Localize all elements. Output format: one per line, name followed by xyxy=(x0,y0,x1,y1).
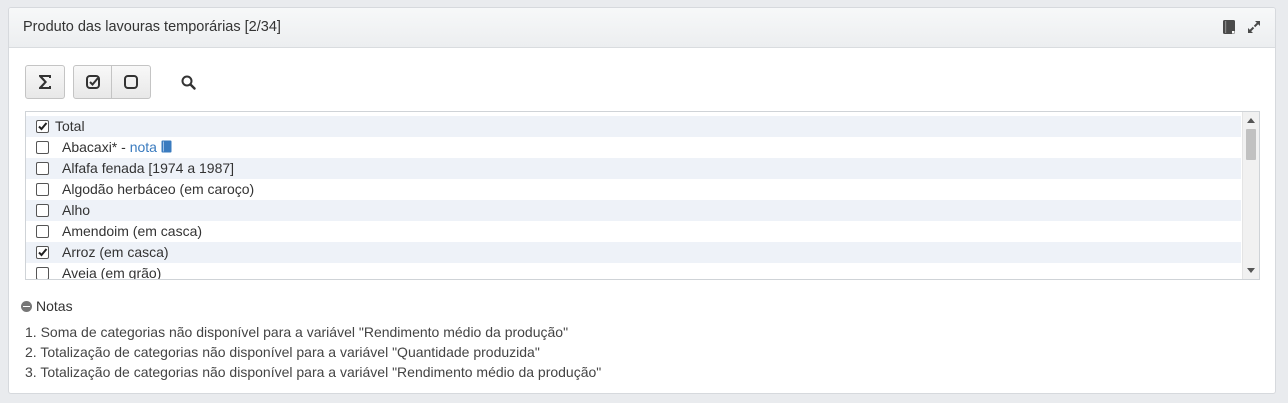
category-list-items: Total Abacaxi* - nota Alfafa fenada [1974 … xyxy=(26,116,1241,280)
list-item[interactable]: Alho xyxy=(26,200,1241,221)
check-square-icon xyxy=(85,75,100,89)
list-item-label: Abacaxi* - nota xyxy=(62,139,172,156)
panel: Produto das lavouras temporárias [2/34] … xyxy=(8,7,1276,394)
sigma-icon xyxy=(39,75,51,89)
category-list: Total Abacaxi* - nota Alfafa fenada [1974 … xyxy=(25,111,1260,280)
checkbox[interactable] xyxy=(36,162,49,175)
item-text: Amendoim (em casca) xyxy=(62,223,203,239)
book-icon[interactable] xyxy=(161,140,172,156)
checkbox-checked[interactable] xyxy=(36,246,49,259)
item-text: Alho xyxy=(62,202,91,218)
item-text: Total xyxy=(55,118,85,134)
scroll-up-arrow[interactable] xyxy=(1247,118,1255,123)
notes-list: 1. Soma de categorias não disponível par… xyxy=(25,323,601,383)
search-icon xyxy=(181,75,196,90)
checkbox[interactable] xyxy=(36,267,49,279)
list-scrollbar[interactable] xyxy=(1242,112,1259,279)
list-item[interactable]: Alfafa fenada [1974 a 1987] xyxy=(26,158,1241,179)
search-button[interactable] xyxy=(173,65,203,99)
nota-link[interactable]: nota xyxy=(130,139,157,155)
item-text: Alfafa fenada [1974 a 1987] xyxy=(62,160,235,176)
scroll-thumb[interactable] xyxy=(1246,129,1256,160)
select-all-button[interactable] xyxy=(73,65,112,99)
list-item[interactable]: Arroz (em casca) xyxy=(26,242,1241,263)
list-item-label: Total xyxy=(55,118,85,134)
sum-button[interactable] xyxy=(25,65,65,99)
book-icon[interactable] xyxy=(1222,19,1238,35)
list-item[interactable]: Aveia (em grão) xyxy=(26,263,1241,280)
list-item-label: Aveia (em grão) xyxy=(62,265,162,280)
empty-square-icon xyxy=(124,75,138,89)
note-item: 3. Totalização de categorias não disponí… xyxy=(25,364,602,380)
list-item[interactable]: Total xyxy=(26,116,1241,137)
item-text: Aveia (em grão) xyxy=(62,265,162,280)
deselect-all-button[interactable] xyxy=(111,65,151,99)
notes-title: Notas xyxy=(36,298,73,314)
separator: - xyxy=(117,139,130,155)
list-item-label: Alho xyxy=(62,202,90,218)
checkbox[interactable] xyxy=(36,183,49,196)
item-text: Algodão herbáceo (em caroço) xyxy=(62,181,255,197)
expand-icon[interactable] xyxy=(1246,19,1262,35)
list-item-label: Algodão herbáceo (em caroço) xyxy=(62,181,254,197)
collapse-icon xyxy=(21,300,32,312)
list-item-label: Alfafa fenada [1974 a 1987] xyxy=(62,160,234,176)
list-item-label: Amendoim (em casca) xyxy=(62,223,202,239)
item-text: Arroz (em casca) xyxy=(62,244,169,260)
note-item: 2. Totalização de categorias não disponí… xyxy=(25,344,540,360)
list-item[interactable]: Amendoim (em casca) xyxy=(26,221,1241,242)
list-item[interactable]: Abacaxi* - nota xyxy=(26,137,1241,158)
item-text: Abacaxi* xyxy=(62,139,118,155)
checkbox[interactable] xyxy=(36,225,49,238)
checkbox-checked[interactable] xyxy=(36,120,49,133)
scroll-down-arrow[interactable] xyxy=(1247,268,1255,273)
panel-title: Produto das lavouras temporárias [2/34] xyxy=(23,19,281,35)
list-item-label: Arroz (em casca) xyxy=(62,244,169,260)
checkbox[interactable] xyxy=(36,141,49,154)
checkbox[interactable] xyxy=(36,204,49,217)
notes-toggle[interactable]: Notas xyxy=(21,298,73,314)
panel-header: Produto das lavouras temporárias [2/34] xyxy=(9,8,1275,48)
note-item: 1. Soma de categorias não disponível par… xyxy=(25,324,569,340)
list-item[interactable]: Algodão herbáceo (em caroço) xyxy=(26,179,1241,200)
